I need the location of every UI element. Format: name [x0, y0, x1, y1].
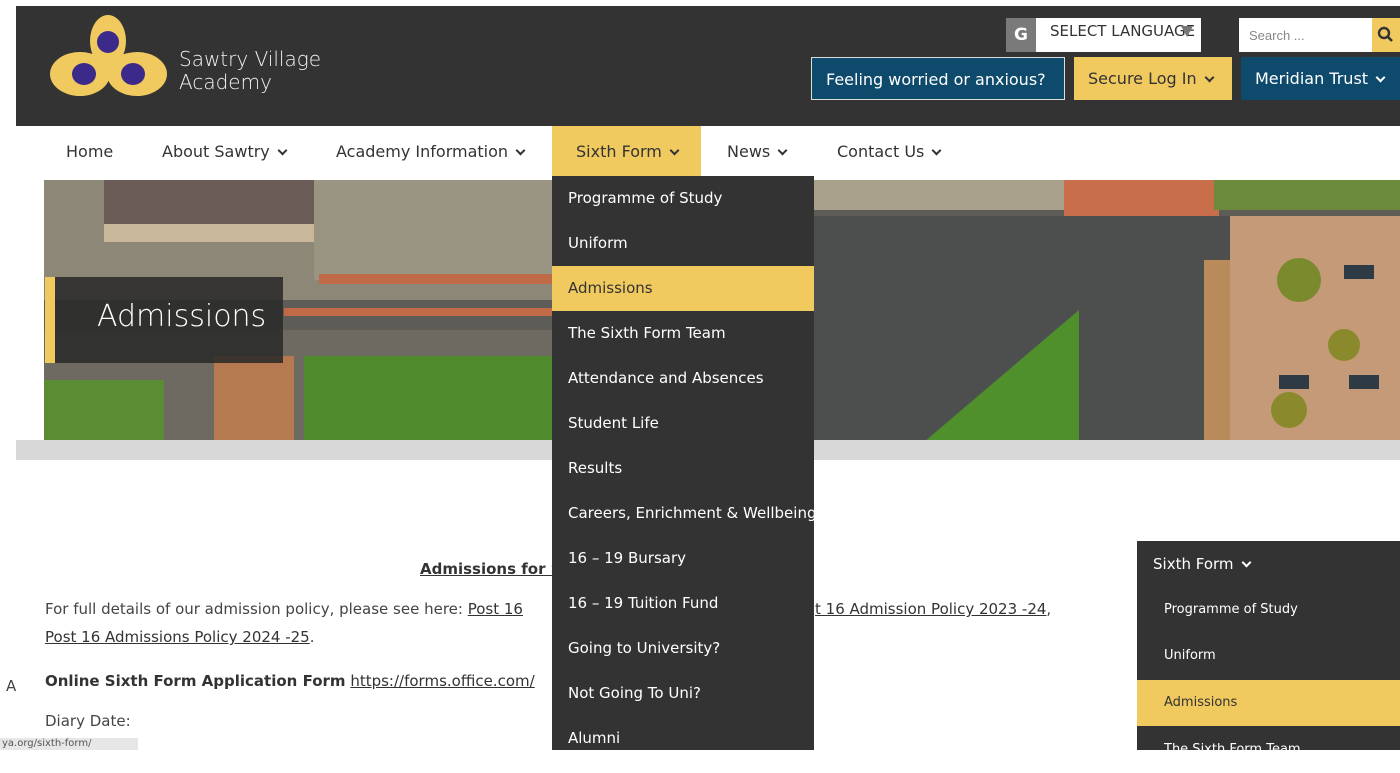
- nav-about-label: About Sawtry: [162, 142, 270, 161]
- policy-paragraph-line1-right: t 16 Admission Policy 2023 -24,: [815, 600, 1051, 618]
- side-item-programme-of-study[interactable]: Programme of Study: [1137, 587, 1400, 633]
- language-select-label: SELECT LANGUAGE: [1050, 22, 1196, 40]
- nav-home-label: Home: [66, 142, 114, 161]
- worried-anxious-button[interactable]: Feeling worried or anxious?: [811, 57, 1065, 100]
- dropdown-item-label: Going to University?: [568, 639, 721, 657]
- dropdown-item-alumni[interactable]: Alumni: [552, 716, 814, 761]
- dropdown-item-label: Student Life: [568, 414, 659, 432]
- nav-contact-label: Contact Us: [837, 142, 925, 161]
- side-item-label: Uniform: [1164, 648, 1216, 663]
- dropdown-item-label: Programme of Study: [568, 189, 723, 207]
- application-form-link[interactable]: https://forms.office.com/: [350, 672, 534, 690]
- policy-paragraph-line2: Post 16 Admissions Policy 2024 -25.: [45, 628, 315, 646]
- dropdown-item-label: Alumni: [568, 729, 621, 747]
- nav-about-sawtry[interactable]: About Sawtry: [162, 126, 288, 180]
- nav-academy-information[interactable]: Academy Information: [336, 126, 526, 180]
- side-item-admissions[interactable]: Admissions: [1137, 680, 1400, 726]
- dropdown-item-label: 16 – 19 Bursary: [568, 549, 686, 567]
- search-icon: [1377, 26, 1393, 42]
- academy-name-line2: Academy: [179, 70, 272, 94]
- search-button[interactable]: [1372, 18, 1400, 52]
- dropdown-arrow-icon: [1181, 26, 1193, 37]
- dropdown-item-label: Admissions: [568, 279, 653, 297]
- nav-sixth-form-label: Sixth Form: [576, 142, 662, 161]
- dropdown-item-label: Results: [568, 459, 623, 477]
- search-input[interactable]: Search ...: [1239, 18, 1372, 52]
- side-item-sixth-form-team[interactable]: The Sixth Form Team: [1137, 727, 1400, 773]
- side-item-label: Admissions: [1164, 695, 1238, 710]
- dropdown-item-not-going-to-uni[interactable]: Not Going To Uni?: [552, 671, 814, 716]
- dropdown-item-label: The Sixth Form Team: [568, 324, 726, 342]
- dropdown-item-label: Not Going To Uni?: [568, 684, 701, 702]
- worried-anxious-label: Feeling worried or anxious?: [826, 70, 1046, 89]
- dropdown-item-results[interactable]: Results: [552, 446, 814, 491]
- policy-end: .: [309, 628, 315, 646]
- status-bar-url: ya.org/sixth-form/: [0, 738, 138, 750]
- sixth-form-dropdown-menu: Programme of Study Uniform Admissions Th…: [552, 176, 817, 750]
- content-heading: Admissions for S: [420, 560, 562, 578]
- main-navigation: Home About Sawtry Academy Information Si…: [16, 126, 1400, 180]
- nav-news[interactable]: News: [727, 126, 788, 180]
- application-form-line: Online Sixth Form Application Form https…: [45, 672, 535, 690]
- nav-home[interactable]: Home: [66, 126, 113, 180]
- dropdown-item-uniform[interactable]: Uniform: [552, 221, 814, 266]
- chevron-down-icon: [931, 145, 942, 156]
- page-title: Admissions: [97, 299, 267, 334]
- dropdown-item-careers[interactable]: Careers, Enrichment & Wellbeing: [552, 491, 817, 536]
- left-edge-text: A: [6, 677, 17, 695]
- dropdown-item-admissions[interactable]: Admissions: [552, 266, 814, 311]
- dropdown-item-label: 16 – 19 Tuition Fund: [568, 594, 719, 612]
- chevron-down-icon: [1241, 557, 1251, 568]
- chevron-down-icon: [669, 145, 680, 156]
- nav-sixth-form[interactable]: Sixth Form: [552, 126, 701, 180]
- chevron-down-icon: [277, 145, 288, 156]
- site-header: Sawtry Village Academy G SELECT LANGUAGE…: [16, 6, 1400, 126]
- meridian-trust-label: Meridian Trust: [1255, 69, 1369, 88]
- dropdown-item-sixth-form-team[interactable]: The Sixth Form Team: [552, 311, 814, 356]
- nav-academy-info-label: Academy Information: [336, 142, 509, 161]
- academy-name-line1: Sawtry Village: [179, 47, 322, 71]
- page-title-box: Admissions: [45, 277, 283, 363]
- chevron-down-icon: [515, 145, 526, 156]
- diary-date: Diary Date:: [45, 712, 131, 730]
- meridian-trust-button[interactable]: Meridian Trust: [1241, 57, 1400, 100]
- language-select[interactable]: SELECT LANGUAGE: [1036, 18, 1201, 52]
- chevron-down-icon: [777, 145, 788, 156]
- nav-contact-us[interactable]: Contact Us: [837, 126, 942, 180]
- policy-text: For full details of our admission policy…: [45, 600, 468, 618]
- side-nav-title-label: Sixth Form: [1153, 555, 1234, 573]
- policy-link-2024-25[interactable]: Post 16 Admissions Policy 2024 -25: [45, 628, 310, 646]
- dropdown-item-attendance[interactable]: Attendance and Absences: [552, 356, 814, 401]
- dropdown-item-bursary[interactable]: 16 – 19 Bursary: [552, 536, 814, 581]
- secure-login-label: Secure Log In: [1088, 69, 1197, 88]
- dropdown-item-tuition-fund[interactable]: 16 – 19 Tuition Fund: [552, 581, 814, 626]
- nav-news-label: News: [727, 142, 771, 161]
- chevron-down-icon: [1375, 72, 1386, 83]
- dropdown-item-label: Careers, Enrichment & Wellbeing: [568, 504, 817, 522]
- side-navigation: Sixth Form Programme of Study Uniform Ad…: [1137, 541, 1400, 757]
- dropdown-item-label: Attendance and Absences: [568, 369, 764, 387]
- academy-name[interactable]: Sawtry Village Academy: [179, 48, 321, 94]
- secure-login-button[interactable]: Secure Log In: [1074, 57, 1232, 100]
- academy-logo-icon[interactable]: [46, 14, 171, 104]
- policy-link-2023-24[interactable]: t 16 Admission Policy 2023 -24: [815, 600, 1046, 618]
- chevron-down-icon: [1204, 72, 1215, 83]
- side-item-label: Programme of Study: [1164, 602, 1298, 617]
- application-form-label: Online Sixth Form Application Form: [45, 672, 346, 690]
- policy-link-post16[interactable]: Post 16: [468, 600, 523, 618]
- side-item-uniform[interactable]: Uniform: [1137, 633, 1400, 679]
- dropdown-item-programme-of-study[interactable]: Programme of Study: [552, 176, 814, 221]
- dropdown-item-student-life[interactable]: Student Life: [552, 401, 814, 446]
- policy-comma: ,: [1046, 600, 1052, 618]
- policy-paragraph-line1: For full details of our admission policy…: [45, 600, 523, 618]
- google-translate-icon[interactable]: G: [1006, 18, 1036, 52]
- dropdown-item-going-to-university[interactable]: Going to University?: [552, 626, 814, 671]
- side-nav-title[interactable]: Sixth Form: [1137, 541, 1400, 587]
- dropdown-item-label: Uniform: [568, 234, 628, 252]
